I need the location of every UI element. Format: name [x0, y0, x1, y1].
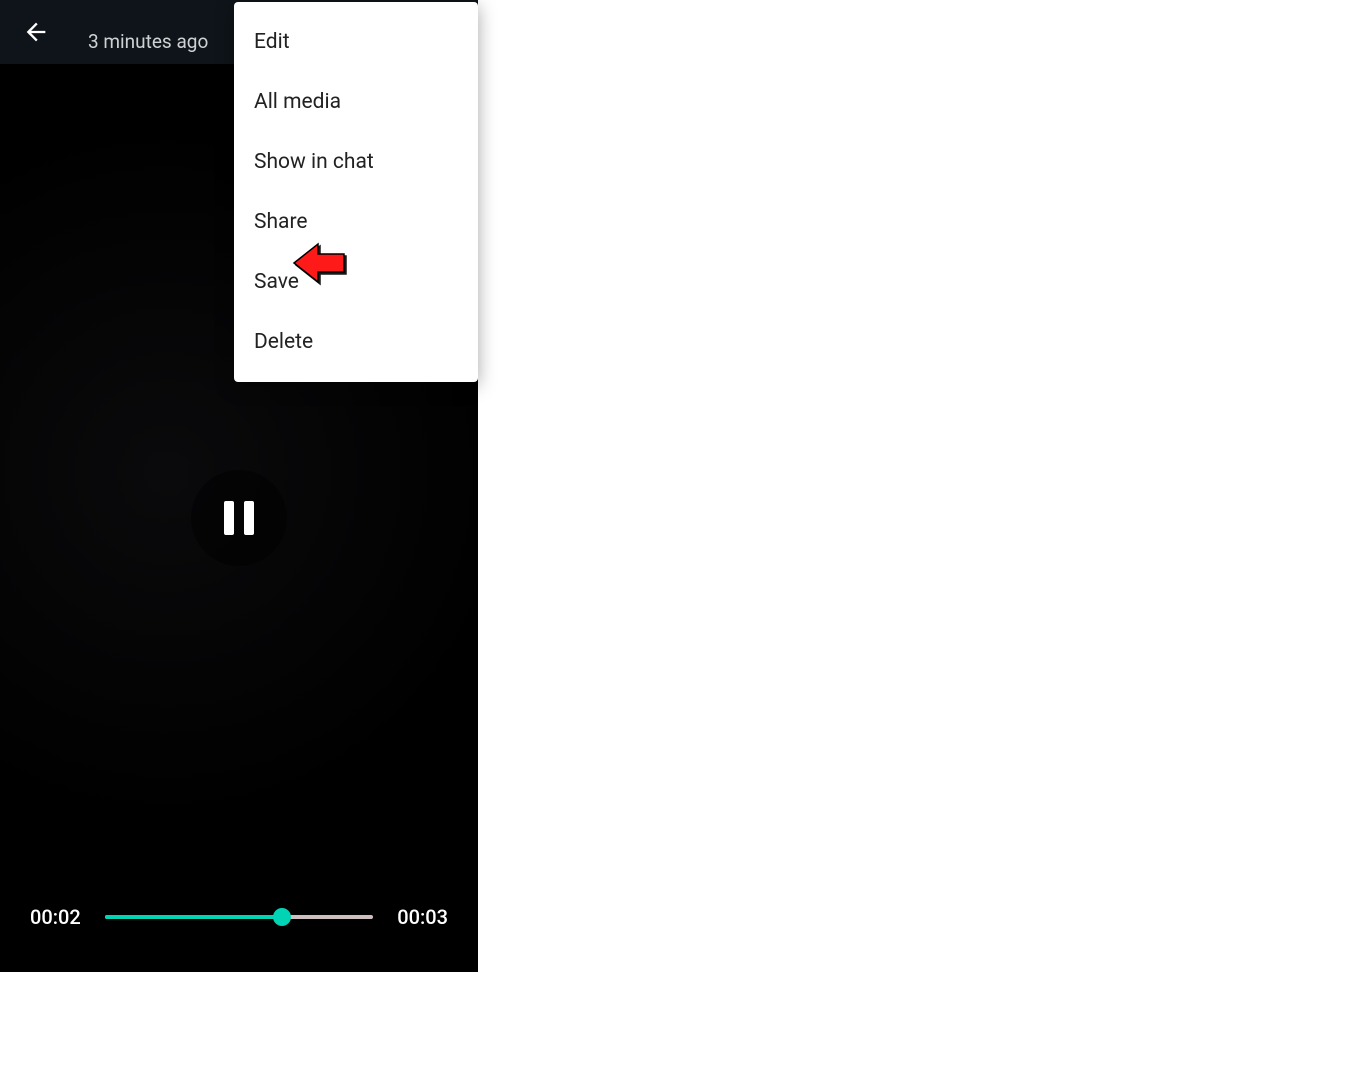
media-viewer-screen: 3 minutes ago 00:02 00:03 Edit All media: [0, 0, 478, 972]
pause-button[interactable]: [191, 470, 287, 566]
menu-item-label: Show in chat: [254, 150, 374, 174]
seek-slider[interactable]: [105, 905, 374, 929]
menu-item-show-in-chat[interactable]: Show in chat: [234, 132, 478, 192]
playback-controls: 00:02 00:03: [0, 862, 478, 972]
menu-item-label: All media: [254, 90, 341, 114]
menu-item-delete[interactable]: Delete: [234, 312, 478, 372]
current-time: 00:02: [30, 905, 81, 929]
menu-item-share[interactable]: Share: [234, 192, 478, 252]
menu-item-edit[interactable]: Edit: [234, 12, 478, 72]
seek-track: [105, 915, 374, 919]
menu-item-label: Save: [254, 270, 299, 294]
menu-item-label: Edit: [254, 30, 290, 54]
media-timestamp: 3 minutes ago: [88, 30, 208, 53]
menu-item-label: Delete: [254, 330, 313, 354]
seek-thumb[interactable]: [273, 908, 291, 926]
arrow-left-icon: [22, 18, 50, 46]
menu-item-all-media[interactable]: All media: [234, 72, 478, 132]
overflow-menu: Edit All media Show in chat Share Save D…: [234, 2, 478, 382]
seek-fill: [105, 915, 282, 919]
menu-item-save[interactable]: Save: [234, 252, 478, 312]
menu-item-label: Share: [254, 210, 308, 234]
total-time: 00:03: [397, 905, 448, 929]
back-button[interactable]: [18, 14, 54, 50]
pause-icon: [224, 501, 254, 535]
